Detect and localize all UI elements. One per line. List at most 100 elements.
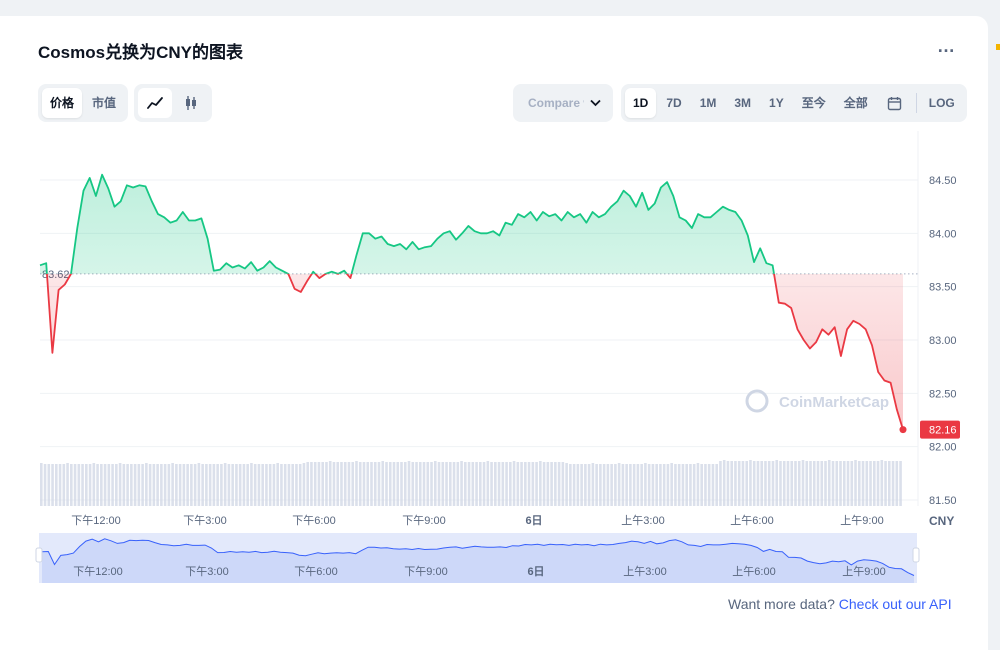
volume-bar — [272, 464, 276, 506]
volume-bar — [231, 464, 234, 506]
volume-bar — [66, 463, 69, 506]
volume-bar — [111, 464, 114, 506]
volume-bar — [512, 461, 516, 506]
volume-bar — [145, 463, 148, 506]
volume-bar — [707, 464, 711, 506]
volume-bar — [554, 462, 557, 506]
volume-bar — [223, 463, 227, 506]
x-tick-label: 6日 — [525, 514, 542, 527]
volume-bar — [734, 461, 737, 506]
volume-bar — [531, 462, 535, 506]
volume-bar — [505, 462, 508, 506]
volume-bar — [392, 462, 396, 506]
x-tick-label: 下午6:00 — [292, 514, 335, 527]
volume-bar — [126, 464, 129, 506]
volume-bar — [310, 462, 313, 506]
volume-bar — [876, 461, 880, 506]
navigator-tick-label: 下午3:00 — [185, 565, 228, 578]
price-chart[interactable]: 84.50 84.00 83.50 83.00 82.50 82.00 81.50 CoinM… — [0, 16, 988, 596]
volume-bar — [794, 461, 797, 506]
volume-bar — [584, 464, 587, 506]
price-line-up — [39, 173, 775, 274]
volume-bar — [692, 464, 696, 506]
volume-bar — [441, 462, 445, 506]
volume-bar — [490, 462, 493, 506]
x-tick-label: 下午12:00 — [71, 514, 121, 527]
volume-bar — [827, 460, 831, 506]
volume-bar — [820, 461, 824, 506]
volume-bar — [722, 460, 726, 506]
volume-bar — [460, 461, 463, 506]
volume-bar — [370, 462, 373, 506]
volume-bar — [317, 462, 321, 506]
volume-bar — [745, 461, 749, 506]
volume-bar — [178, 464, 182, 506]
volume-bar — [842, 461, 846, 506]
volume-bar — [704, 464, 707, 506]
volume-bar — [561, 462, 565, 506]
navigator-tick-label: 上午9:00 — [842, 565, 885, 578]
watermark-text: CoinMarketCap — [779, 394, 889, 411]
volume-bar — [520, 462, 523, 506]
volume-bar — [655, 464, 658, 506]
volume-bar — [212, 464, 216, 506]
volume-bar — [602, 464, 606, 506]
volume-bar — [43, 464, 47, 506]
area-below-baseline — [40, 273, 903, 430]
volume-bar — [786, 461, 790, 506]
volume-bar — [516, 462, 520, 506]
volume-bar — [77, 464, 81, 506]
volume-bar — [201, 464, 204, 506]
volume-bar — [70, 464, 73, 506]
volume-bar — [779, 461, 782, 506]
volume-bar — [418, 462, 422, 506]
volume-bar — [133, 464, 137, 506]
navigator-handle-left — [35, 547, 43, 563]
y-tick-label: 84.00 — [929, 228, 957, 240]
navigator-tick-label: 上午3:00 — [623, 565, 666, 578]
watermark — [745, 389, 769, 413]
volume-bar — [471, 462, 475, 506]
volume-bar — [865, 461, 869, 506]
volume-bar — [737, 461, 741, 506]
volume-bar — [524, 462, 527, 506]
volume-bar — [726, 461, 730, 506]
volume-bar — [197, 463, 201, 506]
navigator-tick-label: 上午6:00 — [732, 565, 775, 578]
volume-bar — [403, 462, 407, 506]
volume-bar — [448, 462, 452, 506]
api-note: Want more data? Check out our API — [728, 596, 952, 612]
volume-bar — [546, 462, 550, 506]
volume-bar — [186, 464, 189, 506]
volume-bar — [343, 462, 347, 506]
volume-bar — [261, 464, 264, 506]
y-tick-label: 84.50 — [929, 175, 957, 187]
y-tick-label: 82.00 — [929, 442, 957, 454]
volume-bar — [647, 464, 651, 506]
volume-bar — [137, 464, 141, 506]
x-tick-label: 下午3:00 — [183, 514, 226, 527]
volume-bar — [640, 464, 643, 506]
volume-bar — [295, 464, 298, 506]
currency-label: CNY — [929, 514, 954, 528]
volume-bar — [73, 464, 77, 506]
volume-bar — [88, 464, 92, 506]
api-link[interactable]: Check out our API — [839, 596, 952, 612]
volume-bar — [850, 461, 854, 506]
volume-bar — [557, 462, 561, 506]
volume-bar — [670, 463, 673, 506]
volume-bar — [887, 461, 891, 506]
y-tick-label: 83.50 — [929, 282, 957, 294]
volume-bar — [839, 461, 842, 506]
volume-bar — [610, 464, 613, 506]
volume-bar — [621, 464, 625, 506]
volume-bar — [422, 462, 426, 506]
volume-bar — [227, 464, 231, 506]
volume-bar — [595, 464, 598, 506]
volume-bar — [801, 460, 805, 506]
volume-bar — [884, 461, 887, 506]
volume-bar — [298, 464, 302, 506]
volume-bar — [291, 464, 294, 506]
volume-bar — [85, 464, 88, 506]
volume-bar — [220, 464, 223, 506]
